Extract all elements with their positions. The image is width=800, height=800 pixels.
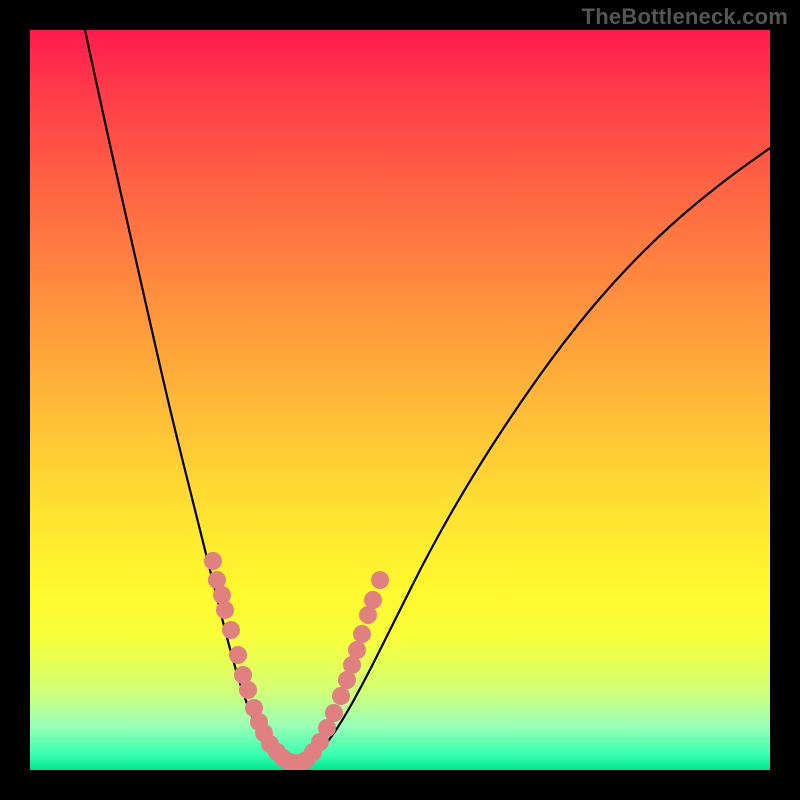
data-dot bbox=[364, 591, 382, 609]
data-dot bbox=[229, 646, 247, 664]
data-dot bbox=[353, 625, 371, 643]
data-dot bbox=[213, 586, 231, 604]
data-dots bbox=[204, 552, 389, 770]
data-dot bbox=[332, 687, 350, 705]
data-dot bbox=[222, 621, 240, 639]
chart-area bbox=[30, 30, 770, 770]
watermark-text: TheBottleneck.com bbox=[582, 4, 788, 30]
data-dot bbox=[204, 552, 222, 570]
data-dot bbox=[371, 571, 389, 589]
data-dot bbox=[216, 601, 234, 619]
chart-svg bbox=[30, 30, 770, 770]
data-dot bbox=[348, 641, 366, 659]
bottleneck-curve bbox=[85, 30, 770, 764]
data-dot bbox=[239, 681, 257, 699]
data-dot bbox=[325, 704, 343, 722]
